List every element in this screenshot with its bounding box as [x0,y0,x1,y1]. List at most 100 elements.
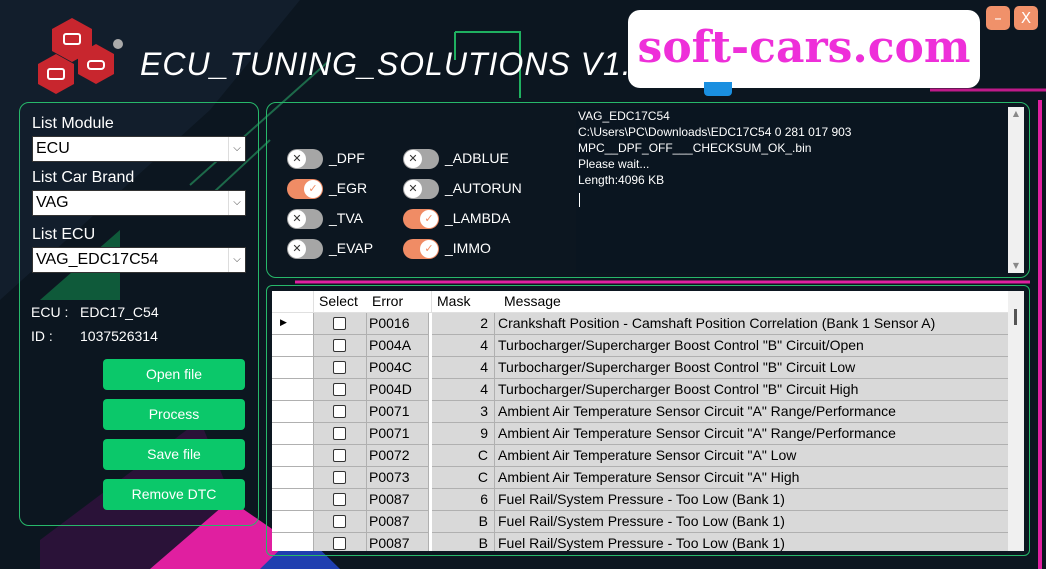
error-cell[interactable]: P0087 [367,533,429,551]
table-row[interactable]: P0071 3 Ambient Air Temperature Sensor Cir… [272,401,1012,423]
select-checkbox[interactable] [333,405,346,418]
table-row[interactable]: P0071 9 Ambient Air Temperature Sensor Cir… [272,423,1012,445]
row-header[interactable] [272,379,314,401]
mask-cell[interactable]: 3 [432,401,495,423]
message-cell[interactable]: Ambient Air Temperature Sensor Circuit "… [495,467,1012,489]
message-cell[interactable]: Fuel Rail/System Pressure - Too Low (Ban… [495,511,1012,533]
toggle-switch[interactable]: ✓ [403,209,439,229]
toggle-switch[interactable]: ✕ [287,239,323,259]
message-cell[interactable]: Ambient Air Temperature Sensor Circuit "… [495,401,1012,423]
chevron-down-icon[interactable]: ⌵ [228,137,245,161]
select-checkbox[interactable] [333,537,346,550]
log-output[interactable]: VAG_EDC17C54 C:\Users\PC\Downloads\EDC17C… [576,107,1024,273]
toggle-switch[interactable]: ✕ [403,149,439,169]
column-header-error[interactable]: Error [367,291,432,313]
error-cell[interactable]: P0087 [367,511,429,533]
mask-cell[interactable]: B [432,511,495,533]
scroll-up-icon[interactable]: ▲ [1008,107,1024,121]
select-checkbox[interactable] [333,317,346,330]
message-cell[interactable]: Turbocharger/Supercharger Boost Control … [495,379,1012,401]
error-cell[interactable]: P0071 [367,423,429,445]
table-row[interactable]: P0087 B Fuel Rail/System Pressure - Too Lo… [272,533,1012,551]
table-row[interactable]: P0087 B Fuel Rail/System Pressure - Too Lo… [272,511,1012,533]
mask-cell[interactable]: 6 [432,489,495,511]
table-row[interactable]: ▶ P0016 2 Crankshaft Position - Camshaft Po… [272,313,1012,335]
select-checkbox[interactable] [333,493,346,506]
open-file-button[interactable]: Open file [103,359,245,390]
mask-cell[interactable]: B [432,533,495,551]
error-cell[interactable]: P0072 [367,445,429,467]
check-icon: ✓ [420,240,438,258]
select-checkbox[interactable] [333,471,346,484]
error-cell[interactable]: P004D [367,379,429,401]
select-checkbox[interactable] [333,361,346,374]
remove-dtc-button[interactable]: Remove DTC [103,479,245,510]
scroll-down-icon[interactable]: ▼ [1008,259,1024,273]
error-cell[interactable]: P004A [367,335,429,357]
brand-select[interactable]: VAG ⌵ [32,190,246,216]
ecu-select[interactable]: VAG_EDC17C54 ⌵ [32,247,246,273]
message-cell[interactable]: Crankshaft Position - Camshaft Position … [495,313,1012,335]
save-file-button[interactable]: Save file [103,439,245,470]
mask-cell[interactable]: C [432,445,495,467]
select-checkbox[interactable] [333,427,346,440]
module-select[interactable]: ECU ⌵ [32,136,246,162]
row-header[interactable] [272,511,314,533]
toggle-switch[interactable]: ✓ [287,179,323,199]
error-cell[interactable]: P0087 [367,489,429,511]
mask-cell[interactable]: 9 [432,423,495,445]
row-header[interactable] [272,445,314,467]
module-label: List Module [32,115,114,132]
row-header[interactable] [272,401,314,423]
row-header[interactable]: ▶ [272,313,314,335]
column-header-message[interactable]: Message [495,291,1013,313]
select-checkbox[interactable] [333,339,346,352]
row-header[interactable] [272,423,314,445]
table-row[interactable]: P0073 C Ambient Air Temperature Sensor Cir… [272,467,1012,489]
row-header[interactable] [272,489,314,511]
row-header[interactable] [272,467,314,489]
mask-cell[interactable]: 4 [432,335,495,357]
toggle-switch[interactable]: ✕ [287,209,323,229]
table-row[interactable]: P0072 C Ambient Air Temperature Sensor Cir… [272,445,1012,467]
column-header-select[interactable]: Select [314,291,372,313]
message-cell[interactable]: Ambient Air Temperature Sensor Circuit "… [495,423,1012,445]
chevron-down-icon[interactable]: ⌵ [228,191,245,215]
table-row[interactable]: P0087 6 Fuel Rail/System Pressure - Too Lo… [272,489,1012,511]
select-checkbox[interactable] [333,515,346,528]
message-cell[interactable]: Turbocharger/Supercharger Boost Control … [495,335,1012,357]
select-checkbox[interactable] [333,449,346,462]
minimize-button[interactable]: – [986,6,1010,30]
option-label: _DPF [329,150,365,166]
process-button[interactable]: Process [103,399,245,430]
message-cell[interactable]: Fuel Rail/System Pressure - Too Low (Ban… [495,533,1012,551]
error-cell[interactable]: P0073 [367,467,429,489]
grid-scrollbar[interactable] [1008,291,1024,551]
message-cell[interactable]: Fuel Rail/System Pressure - Too Low (Ban… [495,489,1012,511]
select-cell [314,489,367,511]
row-header[interactable] [272,533,314,551]
toggle-switch[interactable]: ✕ [287,149,323,169]
chevron-down-icon[interactable]: ⌵ [228,248,245,272]
row-header[interactable] [272,357,314,379]
mask-cell[interactable]: 2 [432,313,495,335]
close-button[interactable]: X [1014,6,1038,30]
row-header[interactable] [272,335,314,357]
mask-cell[interactable]: 4 [432,357,495,379]
message-cell[interactable]: Turbocharger/Supercharger Boost Control … [495,357,1012,379]
toggle-switch[interactable]: ✓ [403,239,439,259]
error-cell[interactable]: P0071 [367,401,429,423]
mask-cell[interactable]: 4 [432,379,495,401]
select-checkbox[interactable] [333,383,346,396]
toggle-switch[interactable]: ✕ [403,179,439,199]
message-cell[interactable]: Ambient Air Temperature Sensor Circuit "… [495,445,1012,467]
error-cell[interactable]: P004C [367,357,429,379]
table-row[interactable]: P004A 4 Turbocharger/Supercharger Boost Co… [272,335,1012,357]
mask-cell[interactable]: C [432,467,495,489]
table-row[interactable]: P004C 4 Turbocharger/Supercharger Boost Co… [272,357,1012,379]
log-scrollbar[interactable]: ▲ ▼ [1008,107,1024,273]
table-row[interactable]: P004D 4 Turbocharger/Supercharger Boost Co… [272,379,1012,401]
scrollbar-thumb[interactable] [1014,309,1017,325]
column-header-mask[interactable]: Mask [432,291,500,313]
error-cell[interactable]: P0016 [367,313,429,335]
